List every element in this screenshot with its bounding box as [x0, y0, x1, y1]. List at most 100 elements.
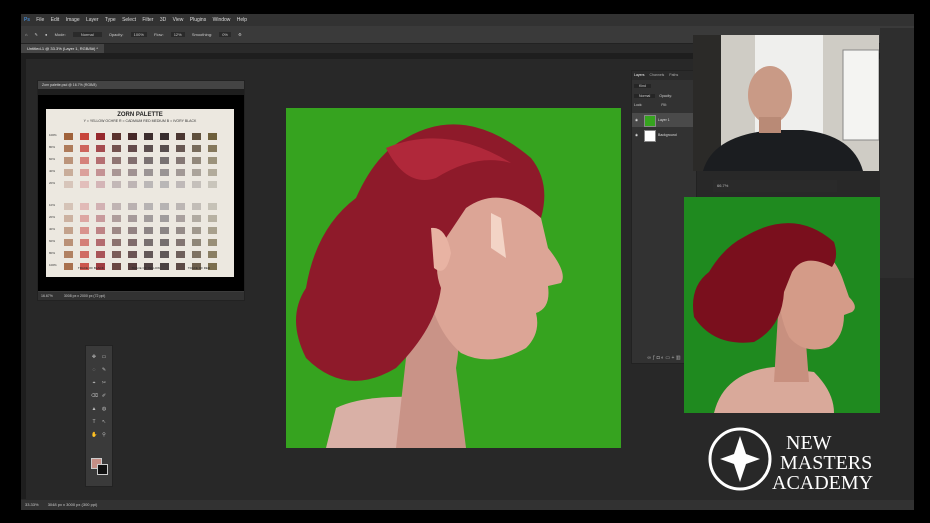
- palette-swatch: [144, 181, 153, 188]
- palette-row-label: 40%: [49, 227, 56, 231]
- marquee-tool-icon[interactable]: ▭: [101, 354, 107, 360]
- webcam-feed: [693, 35, 879, 171]
- menu-layer[interactable]: Layer: [86, 17, 99, 23]
- palette-swatch: [208, 157, 217, 164]
- fx-icon[interactable]: ƒ: [652, 355, 655, 361]
- type-tool-icon[interactable]: T: [91, 419, 97, 425]
- palette-swatch: [80, 251, 89, 258]
- layer-thumbnail: [644, 130, 656, 142]
- menu-select[interactable]: Select: [122, 17, 136, 23]
- palette-swatch: [96, 227, 105, 234]
- palette-swatch: [160, 145, 169, 152]
- blend-mode-select[interactable]: Normal: [634, 94, 656, 98]
- palette-swatch: [80, 157, 89, 164]
- palette-swatch: [80, 181, 89, 188]
- new-layer-icon[interactable]: +: [672, 355, 675, 361]
- folder-icon[interactable]: ▭: [665, 355, 670, 361]
- layer-row-layer-1[interactable]: ◉ Layer 1: [632, 113, 696, 127]
- status-zoom[interactable]: 33.33%: [25, 502, 39, 507]
- opacity-input[interactable]: 100%: [130, 32, 147, 37]
- adjustment-icon[interactable]: ◐: [661, 355, 664, 361]
- palette-swatch: [176, 203, 185, 210]
- palette-row-label: 80%: [49, 251, 56, 255]
- layer-row-background[interactable]: ◉ Background: [632, 128, 696, 142]
- reference-window-status: 16.67% 3008 px x 2000 px (72 ppi): [38, 292, 244, 300]
- move-tool-icon[interactable]: ✥: [91, 354, 97, 360]
- palette-swatch: [128, 145, 137, 152]
- tab-layers[interactable]: Layers: [634, 73, 645, 77]
- reference-photo-zoom: 66.7%: [717, 183, 729, 188]
- crop-tool-icon[interactable]: ✂: [101, 380, 107, 386]
- mask-icon[interactable]: ◘: [657, 355, 660, 361]
- palette-swatch: [176, 227, 185, 234]
- home-icon[interactable]: ⌂: [25, 32, 27, 37]
- trash-icon[interactable]: ▥: [676, 355, 681, 361]
- lasso-tool-icon[interactable]: ◌: [91, 367, 97, 373]
- palette-swatch: [64, 169, 73, 176]
- filter-kind-select[interactable]: Kind: [634, 84, 652, 88]
- brush-preset-icon[interactable]: ●: [45, 32, 47, 37]
- background-color-swatch[interactable]: [97, 464, 108, 475]
- menu-file[interactable]: File: [36, 17, 44, 23]
- footer-trace-black: TRACE OF BLACK: [77, 266, 104, 270]
- path-select-icon[interactable]: ↖: [101, 419, 107, 425]
- menu-type[interactable]: Type: [105, 17, 116, 23]
- palette-swatch: [192, 239, 201, 246]
- reference-window-title[interactable]: Zorn palette.psd @ 16.7% (RGB/8): [38, 81, 244, 89]
- smoothing-input[interactable]: 0%: [219, 32, 231, 37]
- palette-swatch: [96, 215, 105, 222]
- palette-swatch: [176, 181, 185, 188]
- menu-filter[interactable]: Filter: [142, 17, 153, 23]
- brush-tool-icon[interactable]: ✎: [101, 367, 107, 373]
- document-tab[interactable]: Untitled-1 @ 33.3% (Layer 1, RGB/8#) *: [21, 44, 104, 53]
- menu-edit[interactable]: Edit: [51, 17, 60, 23]
- reference-zoom[interactable]: 16.67%: [41, 294, 53, 298]
- palette-swatch: [144, 169, 153, 176]
- palette-row-label: 10%: [49, 203, 56, 207]
- palette-swatch: [176, 133, 185, 140]
- eye-icon[interactable]: ◉: [635, 113, 638, 127]
- shape-tool-icon[interactable]: ▲: [91, 406, 97, 412]
- menu-3d[interactable]: 3D: [160, 17, 166, 23]
- blur-tool-icon[interactable]: ◍: [101, 406, 107, 412]
- palette-swatch: [128, 203, 137, 210]
- zoom-tool-icon[interactable]: ⚲: [101, 432, 107, 438]
- reference-window[interactable]: Zorn palette.psd @ 16.7% (RGB/8) ZORN PA…: [37, 80, 245, 301]
- palette-row-label: 40%: [49, 169, 56, 173]
- palette-swatch: [160, 251, 169, 258]
- brush-tool-icon[interactable]: ✎: [35, 32, 38, 37]
- opacity-label: Opacity:: [108, 32, 124, 37]
- tab-paths[interactable]: Paths: [669, 73, 678, 77]
- pen-tool-icon[interactable]: ✐: [101, 393, 107, 399]
- palette-swatch: [96, 133, 105, 140]
- menu-plugins[interactable]: Plugins: [190, 17, 206, 23]
- palette-swatch: [128, 239, 137, 246]
- palette-swatch: [144, 251, 153, 258]
- footer-trace-yellow: TRACE OF YELLOW: [131, 266, 160, 270]
- link-icon[interactable]: ∞: [647, 355, 651, 361]
- hand-tool-icon[interactable]: ✋: [91, 432, 97, 438]
- tab-channels[interactable]: Channels: [650, 73, 665, 77]
- palette-swatch: [64, 145, 73, 152]
- palette-swatch: [80, 145, 89, 152]
- eye-icon[interactable]: ◉: [635, 128, 638, 142]
- painting-canvas[interactable]: [286, 108, 621, 448]
- menu-image[interactable]: Image: [66, 17, 80, 23]
- eyedropper-tool-icon[interactable]: ⌖: [91, 380, 97, 386]
- menu-help[interactable]: Help: [237, 17, 247, 23]
- gear-icon[interactable]: ⚙: [238, 32, 242, 37]
- layer-name[interactable]: Layer 1: [658, 113, 670, 127]
- palette-swatch: [64, 239, 73, 246]
- palette-swatch: [64, 157, 73, 164]
- palette-swatch: [208, 169, 217, 176]
- mode-label: Mode:: [54, 32, 66, 37]
- menu-window[interactable]: Window: [213, 17, 231, 23]
- layer-name[interactable]: Background: [658, 128, 677, 142]
- mode-select[interactable]: Normal: [72, 32, 102, 37]
- menu-view[interactable]: View: [173, 17, 184, 23]
- eraser-tool-icon[interactable]: ⌫: [91, 393, 98, 399]
- fill-label: Fill:: [661, 103, 667, 107]
- palette-swatch: [96, 181, 105, 188]
- palette-swatch: [160, 169, 169, 176]
- flow-input[interactable]: 12%: [170, 32, 185, 37]
